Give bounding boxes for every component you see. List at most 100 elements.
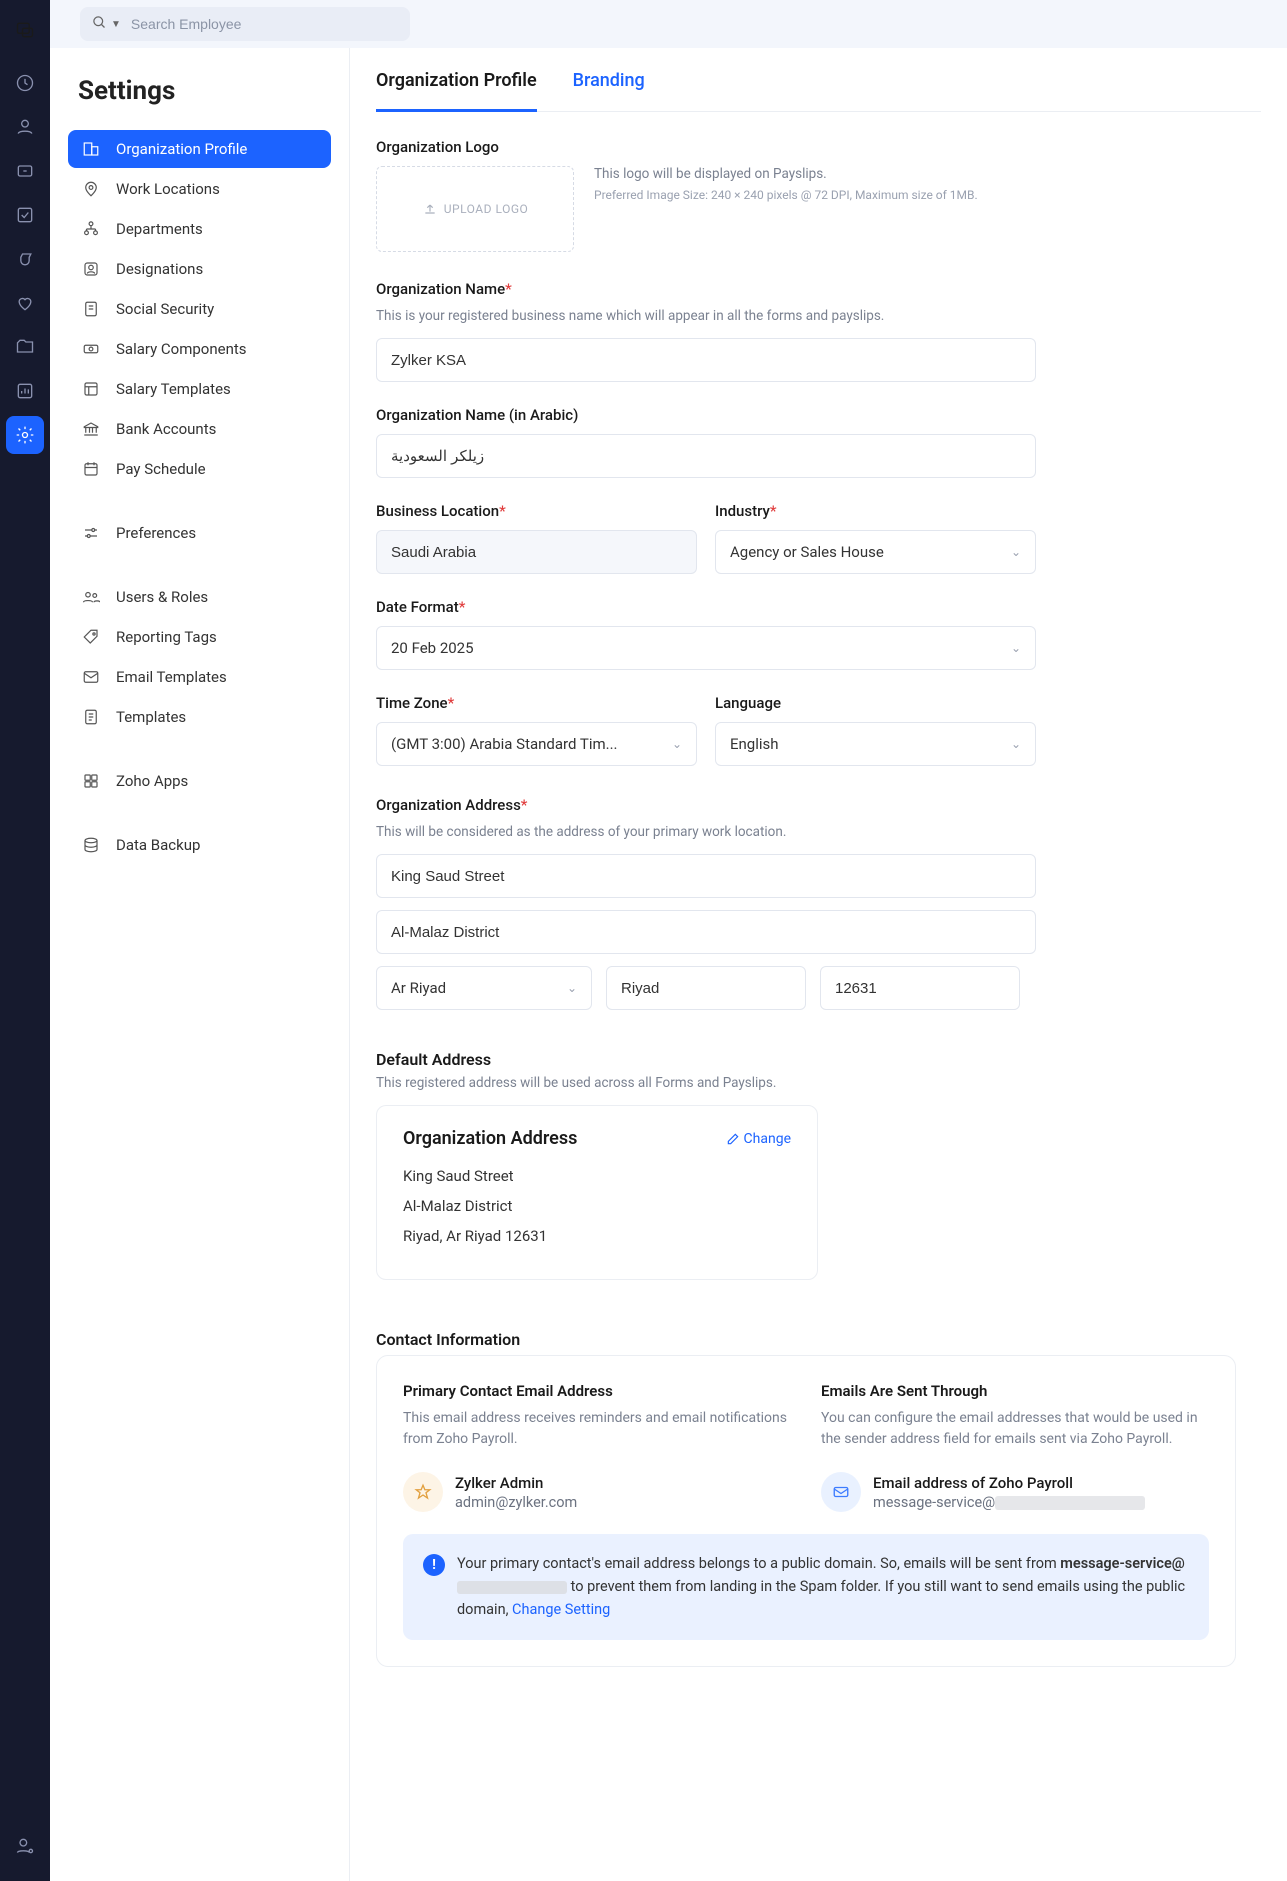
addr-line2: Al-Malaz District [403,1197,791,1215]
snav-label: Users & Roles [116,588,208,606]
rail-payroll[interactable] [6,240,44,278]
app-logo[interactable] [5,10,45,50]
default-address-title: Default Address [376,1050,1261,1069]
snav-label: Organization Profile [116,140,247,158]
industry-select[interactable]: Agency or Sales House ⌄ [715,530,1036,574]
pin-icon [82,180,104,198]
change-setting-link[interactable]: Change Setting [512,1601,610,1618]
sliders-icon [82,524,104,542]
building-icon [82,140,104,158]
rail-dashboard[interactable] [6,64,44,102]
org-name-label: Organization Name* [376,280,1036,298]
star-icon [403,1472,443,1512]
language-select[interactable]: English ⌄ [715,722,1036,766]
masked-domain [457,1581,567,1594]
tab-org-profile[interactable]: Organization Profile [376,48,537,112]
default-address-card: Organization Address Change King Saud St… [376,1105,818,1280]
tag-icon [82,628,104,646]
timezone-label: Time Zone* [376,694,697,712]
rail-reports[interactable] [6,372,44,410]
snav-departments[interactable]: Departments [68,210,331,248]
sent-through-label: Emails Are Sent Through [821,1382,1209,1400]
rail-people[interactable] [6,108,44,146]
search-icon [92,15,107,34]
doc-icon [82,708,104,726]
date-format-select[interactable]: 20 Feb 2025 ⌄ [376,626,1036,670]
users-icon [82,588,104,606]
timezone-value: (GMT 3:00) Arabia Standard Tim... [391,735,618,753]
default-address-help: This registered address will be used acr… [376,1075,1261,1091]
sent-through-name: Email address of Zoho Payroll [873,1474,1145,1492]
addr-card-title: Organization Address [403,1128,577,1149]
org-name-ar-input[interactable] [376,434,1036,478]
addr-line3: Riyad, Ar Riyad 12631 [403,1227,791,1245]
upload-logo-text: UPLOAD LOGO [444,202,529,216]
snav-reporting-tags[interactable]: Reporting Tags [68,618,331,656]
snav-work-locations[interactable]: Work Locations [68,170,331,208]
snav-organization-profile[interactable]: Organization Profile [68,130,331,168]
snav-pay-schedule[interactable]: Pay Schedule [68,450,331,488]
rail-files[interactable] [6,328,44,366]
snav-label: Reporting Tags [116,628,217,646]
change-address-button[interactable]: Change [726,1131,791,1147]
snav-zoho-apps[interactable]: Zoho Apps [68,762,331,800]
logo-help-2: Preferred Image Size: 240 × 240 pixels @… [594,188,1261,202]
snav-preferences[interactable]: Preferences [68,514,331,552]
rail-tasks[interactable] [6,196,44,234]
date-format-label: Date Format* [376,598,1036,616]
sent-through-email: message-service@ [873,1494,1145,1511]
address-line2-input[interactable] [376,910,1036,954]
org-address-label: Organization Address* [376,796,1036,814]
snav-bank-accounts[interactable]: Bank Accounts [68,410,331,448]
address-line1-input[interactable] [376,854,1036,898]
contact-card: Primary Contact Email Address This email… [376,1355,1236,1667]
search-scope-caret-icon[interactable]: ▼ [111,19,121,30]
logo-label: Organization Logo [376,138,1261,156]
rail-inbox[interactable] [6,152,44,190]
org-name-help: This is your registered business name wh… [376,308,1036,324]
biz-loc-label: Business Location* [376,502,697,520]
change-text: Change [744,1131,791,1147]
snav-label: Data Backup [116,836,200,854]
icon-rail [0,0,50,1881]
primary-contact-label: Primary Contact Email Address [403,1382,791,1400]
sidebar-title: Settings [78,76,321,106]
upload-logo-button[interactable]: UPLOAD LOGO [376,166,574,252]
primary-contact-help: This email address receives reminders an… [403,1408,791,1450]
tab-branding[interactable]: Branding [573,48,645,112]
snav-social-security[interactable]: Social Security [68,290,331,328]
snav-label: Preferences [116,524,196,542]
contact-title: Contact Information [376,1330,1261,1349]
org-icon [82,220,104,238]
snav-salary-templates[interactable]: Salary Templates [68,370,331,408]
language-label: Language [715,694,1036,712]
primary-contact-name: Zylker Admin [455,1474,577,1492]
rail-user[interactable] [6,1827,44,1865]
alert-bold: message-service@ [1060,1555,1184,1572]
chevron-down-icon: ⌄ [567,981,577,995]
rail-benefits[interactable] [6,284,44,322]
timezone-select[interactable]: (GMT 3:00) Arabia Standard Tim... ⌄ [376,722,697,766]
snav-label: Zoho Apps [116,772,188,790]
info-icon: ! [423,1554,445,1576]
address-city-input[interactable] [606,966,806,1010]
snav-salary-components[interactable]: Salary Components [68,330,331,368]
template-icon [82,380,104,398]
tabs: Organization Profile Branding [376,48,1261,112]
snav-data-backup[interactable]: Data Backup [68,826,331,864]
search-input[interactable] [131,16,398,32]
address-state-value: Ar Riyad [391,979,446,997]
search-box[interactable]: ▼ [80,7,410,41]
snav-email-templates[interactable]: Email Templates [68,658,331,696]
rail-settings[interactable] [6,416,44,454]
primary-contact-email: admin@zylker.com [455,1494,577,1511]
address-zip-input[interactable] [820,966,1020,1010]
org-name-input[interactable] [376,338,1036,382]
snav-label: Salary Templates [116,380,231,398]
snav-designations[interactable]: Designations [68,250,331,288]
snav-templates[interactable]: Templates [68,698,331,736]
address-state-select[interactable]: Ar Riyad ⌄ [376,966,592,1010]
chevron-down-icon: ⌄ [1011,545,1021,559]
chevron-down-icon: ⌄ [1011,641,1021,655]
snav-users-roles[interactable]: Users & Roles [68,578,331,616]
